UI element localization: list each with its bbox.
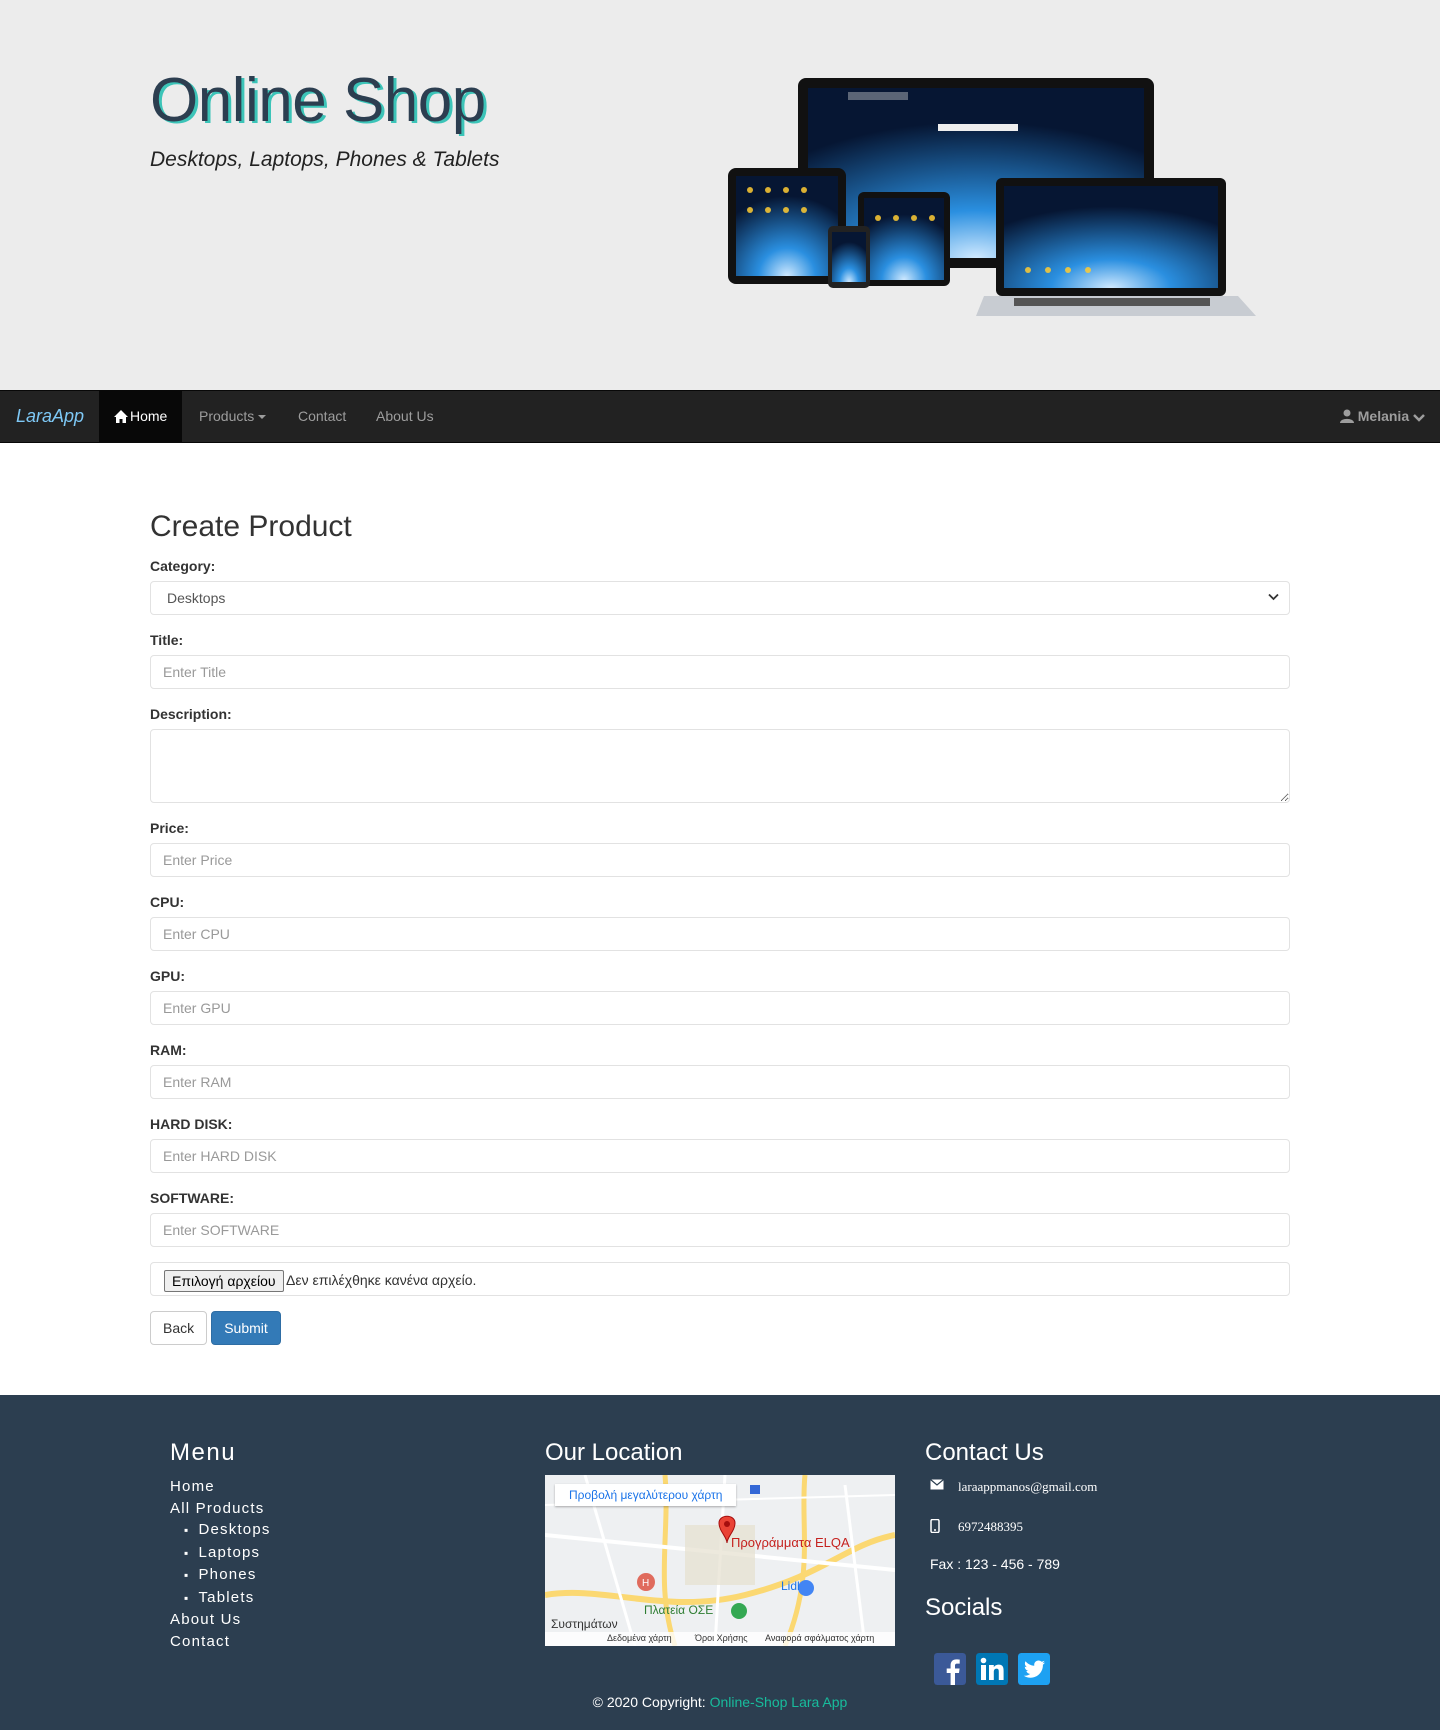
page-title: Create Product (150, 510, 352, 543)
fax-text: Fax : 123 - 456 - 789 (930, 1556, 1060, 1572)
phone-icon (930, 1519, 940, 1533)
map-label-systimaton: Συστημάτων (551, 1617, 618, 1631)
software-label: SOFTWARE: (150, 1190, 234, 1206)
price-input[interactable] (150, 843, 1290, 877)
nav-about[interactable]: About Us (361, 391, 449, 442)
map-terms-link[interactable]: Όροι Χρήσης (695, 1633, 748, 1643)
hard-disk-input[interactable] (150, 1139, 1290, 1173)
footer-menu-heading: Menu (170, 1439, 237, 1466)
footer: Menu Home All Products Desktops Laptops … (0, 1395, 1440, 1730)
cpu-label: CPU: (150, 894, 185, 910)
devices-illustration (728, 78, 1256, 316)
linkedin-icon[interactable] (976, 1653, 1008, 1685)
copyright: © 2020 Copyright: Online-Shop Lara App (0, 1694, 1440, 1710)
footer-link-about[interactable]: About Us (170, 1611, 241, 1628)
caret-down-icon (258, 415, 267, 420)
site-title: Online Shop (150, 66, 486, 135)
chevron-down-icon (1413, 414, 1425, 422)
copyright-text: © 2020 Copyright: (592, 1694, 710, 1710)
footer-link-home[interactable]: Home (170, 1478, 215, 1495)
map-report-link[interactable]: Αναφορά σφάλματος χάρτη (765, 1633, 874, 1643)
ram-label: RAM: (150, 1042, 187, 1058)
category-select[interactable]: Desktops (150, 581, 1290, 615)
email-text[interactable]: laraappmanos@gmail.com (958, 1479, 1097, 1495)
nav-products-label: Products (199, 408, 255, 424)
cpu-input[interactable] (150, 917, 1290, 951)
title-label: Title: (150, 632, 184, 648)
nav-home-label: Home (130, 408, 168, 424)
phone-text: 6972488395 (958, 1519, 1023, 1534)
footer-menu: Home All Products Desktops Laptops Phone… (170, 1476, 271, 1652)
view-larger-map-link[interactable]: Προβολή μεγαλύτερου χάρτη (555, 1484, 737, 1506)
site-subtitle: Desktops, Laptops, Phones & Tablets (150, 148, 500, 171)
category-selected: Desktops (167, 590, 226, 606)
nav-products-dropdown[interactable]: Products (184, 391, 281, 442)
category-label: Category: (150, 558, 216, 574)
ram-input[interactable] (150, 1065, 1290, 1099)
software-input[interactable] (150, 1213, 1290, 1247)
facebook-icon[interactable] (934, 1653, 966, 1685)
user-menu[interactable]: Melania (1339, 391, 1425, 442)
footer-link-laptops[interactable]: Laptops (198, 1544, 260, 1561)
description-textarea[interactable] (150, 729, 1290, 803)
back-button[interactable]: Back (150, 1311, 207, 1345)
copyright-link[interactable]: Online-Shop Lara App (710, 1694, 848, 1710)
footer-socials-heading: Socials (925, 1594, 1003, 1621)
chevron-down-icon (1268, 593, 1279, 601)
footer-link-desktops[interactable]: Desktops (198, 1521, 270, 1538)
submit-button[interactable]: Submit (211, 1311, 281, 1345)
navbar: LaraApp Home Products Contact About Us M… (0, 390, 1440, 443)
gpu-input[interactable] (150, 991, 1290, 1025)
home-icon (114, 410, 128, 423)
gpu-label: GPU: (150, 968, 185, 984)
location-map[interactable]: H Προβολή μεγαλύτερου χάρτη Προγράμματα … (545, 1475, 895, 1646)
map-attribution: Δεδομένα χάρτη Όροι Χρήσης Αναφορά σφάλμ… (545, 1632, 895, 1646)
title-input[interactable] (150, 655, 1290, 689)
file-status: Δεν επιλέχθηκε κανένα αρχείο. (286, 1272, 477, 1288)
footer-link-all-products[interactable]: All Products (170, 1500, 264, 1517)
price-label: Price: (150, 820, 189, 836)
description-label: Description: (150, 706, 232, 722)
map-label-platia: Πλατεία ΟΣΕ (644, 1603, 714, 1617)
footer-contact-heading: Contact Us (925, 1439, 1044, 1466)
hard-disk-label: HARD DISK: (150, 1116, 233, 1132)
svg-text:H: H (642, 1578, 649, 1589)
nav-brand[interactable]: LaraApp (16, 391, 84, 442)
map-pin-label: Προγράμματα ELQA (731, 1535, 850, 1550)
footer-link-contact[interactable]: Contact (170, 1633, 230, 1650)
envelope-icon (930, 1479, 944, 1490)
nav-contact[interactable]: Contact (283, 391, 361, 442)
footer-link-phones[interactable]: Phones (198, 1566, 256, 1583)
user-name: Melania (1357, 408, 1410, 424)
twitter-icon[interactable] (1018, 1653, 1050, 1685)
map-data-link[interactable]: Δεδομένα χάρτη (607, 1633, 672, 1643)
choose-file-button[interactable]: Επιλογή αρχείου (164, 1270, 284, 1292)
map-label-lidl: Lidl (781, 1579, 800, 1593)
hero-banner: Online Shop Desktops, Laptops, Phones & … (0, 0, 1440, 390)
nav-home[interactable]: Home (99, 391, 183, 442)
footer-location-heading: Our Location (545, 1439, 683, 1466)
file-upload-field: Επιλογή αρχείου Δεν επιλέχθηκε κανένα αρ… (150, 1262, 1290, 1296)
footer-link-tablets[interactable]: Tablets (198, 1589, 254, 1606)
user-icon (1339, 409, 1354, 423)
